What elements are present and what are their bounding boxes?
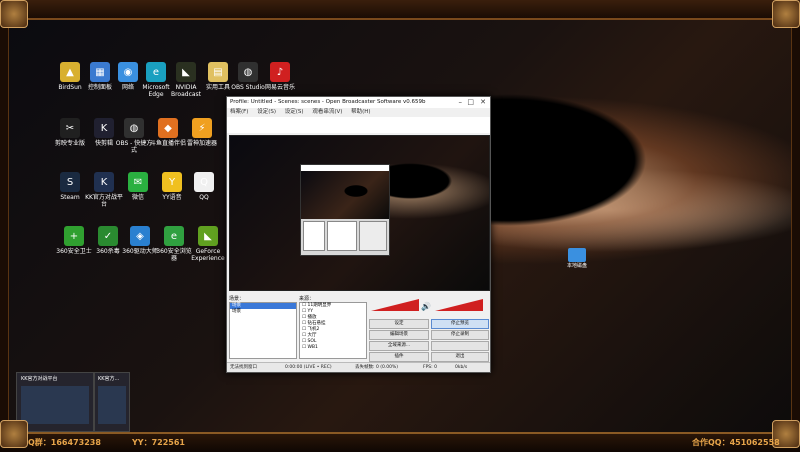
jianying-icon: ✂ bbox=[60, 118, 80, 138]
desktop-shortcut-label: GeForce Experience bbox=[191, 248, 225, 262]
obs-preview bbox=[229, 135, 490, 291]
local-disk-icon[interactable]: 本地磁盘 bbox=[567, 248, 587, 269]
obs-icon: ◍ bbox=[238, 62, 258, 82]
obs-toolbar-area bbox=[227, 117, 490, 133]
source-item[interactable]: ☐ WB1 bbox=[300, 345, 366, 351]
qq-group-text: Q群：166473238 bbox=[28, 438, 101, 447]
exit-button[interactable]: 退出 bbox=[431, 352, 489, 362]
360-browser-icon: e bbox=[164, 226, 184, 246]
global-sources-button[interactable]: 全域来源... bbox=[369, 341, 429, 351]
nested-obs-preview bbox=[300, 164, 390, 256]
frame-ornament-icon bbox=[772, 0, 800, 28]
status-message: 无法找到窗口 bbox=[230, 365, 257, 370]
frame-ornament-icon bbox=[0, 0, 28, 28]
scenes-label: 场景： bbox=[229, 296, 245, 302]
obs-statusbar: 无法找到窗口 0:00:00 (LIVE • REC) 丢失帧数: 0 (0.0… bbox=[227, 362, 490, 372]
stop-preview-button[interactable]: 停止预览 bbox=[431, 319, 489, 329]
minimize-icon[interactable]: – bbox=[459, 97, 463, 108]
coop-qq-text: 合作QQ：451062558 bbox=[692, 438, 780, 447]
desktop-shortcut[interactable]: ⚡ 雷神加速器 bbox=[182, 118, 222, 147]
kk-platform-icon: K bbox=[94, 172, 114, 192]
control-panel-icon: ▦ bbox=[90, 62, 110, 82]
stop-record-button[interactable]: 停止录制 bbox=[431, 330, 489, 340]
desktop-shortcut[interactable]: Q QQ bbox=[184, 172, 224, 201]
netease-music-icon: ♪ bbox=[270, 62, 290, 82]
thumbnail-title: KK官方... bbox=[98, 376, 120, 382]
steam-icon: S bbox=[60, 172, 80, 192]
obs-titlebar[interactable]: Profile: Untitled - Scenes: scenes - Ope… bbox=[227, 97, 490, 108]
settings-button[interactable]: 设定 bbox=[369, 319, 429, 329]
obs-title-text: Profile: Untitled - Scenes: scenes - Ope… bbox=[230, 99, 426, 105]
sources-label: 来源： bbox=[299, 296, 315, 302]
stream-frame-left bbox=[0, 18, 9, 432]
360-driver-icon: ◈ bbox=[130, 226, 150, 246]
sources-list[interactable]: ☐ 11期明显界 ☐ YY ☐ 播放 ☐ 钻石悬挂 ☐ 飞机2 ☐ 大厅 ☐ S… bbox=[299, 302, 367, 359]
thumbnail-preview bbox=[98, 386, 126, 424]
desktop-shortcut-label: QQ bbox=[199, 194, 209, 201]
status-time: 0:00:00 (LIVE • REC) bbox=[285, 365, 332, 370]
scene-item[interactable]: 场景 bbox=[230, 309, 296, 315]
kuaijianji-icon: K bbox=[94, 118, 114, 138]
desktop-shortcut[interactable]: ♪ 网易云音乐 bbox=[260, 62, 300, 91]
geforce-icon: ◣ bbox=[198, 226, 218, 246]
desktop-shortcut-label: 雷神加速器 bbox=[186, 140, 217, 147]
status-kbps: 0kb/s bbox=[455, 365, 468, 370]
wechat-icon: ✉ bbox=[128, 172, 148, 192]
desktop-shortcut-label: 网易云音乐 bbox=[264, 84, 295, 91]
360-antivirus-icon: ✓ bbox=[98, 226, 118, 246]
maximize-icon[interactable]: □ bbox=[467, 97, 474, 108]
status-dropped: 丢失帧数: 0 (0.00%) bbox=[355, 365, 399, 370]
local-disk-label: 本地磁盘 bbox=[567, 263, 588, 269]
stream-frame-top bbox=[0, 0, 800, 20]
taskbar-thumbnail-kk-2[interactable]: KK官方... bbox=[94, 372, 130, 432]
obs-menubar: 档案(F) 设定(S) 设定(S) 观看串流(V) 帮助(H) bbox=[227, 108, 490, 117]
yy-icon: Y bbox=[162, 172, 182, 192]
360-safe-icon: + bbox=[64, 226, 84, 246]
edit-scene-button[interactable]: 编辑场景 bbox=[369, 330, 429, 340]
stream-frame-bottom bbox=[0, 432, 800, 452]
scenes-list[interactable]: 场景 场景 bbox=[229, 302, 297, 359]
menu-help[interactable]: 帮助(H) bbox=[351, 109, 370, 115]
network-icon: ◉ bbox=[118, 62, 138, 82]
plugins-button[interactable]: 插件 bbox=[369, 352, 429, 362]
nvidia-broadcast-icon: ◣ bbox=[176, 62, 196, 82]
qq-icon: Q bbox=[194, 172, 214, 192]
thumbnail-preview bbox=[21, 386, 89, 424]
volume-meters: 🔊 bbox=[371, 299, 483, 311]
leishen-icon: ⚡ bbox=[192, 118, 212, 138]
thumbnail-title: KK官方对战平台 bbox=[21, 376, 58, 382]
audio-mixer: 🔊 bbox=[369, 297, 487, 313]
yy-text: YY：722561 bbox=[132, 438, 185, 447]
status-fps: FPS: 0 bbox=[423, 365, 437, 370]
menu-file[interactable]: 档案(F) bbox=[230, 109, 248, 115]
frame-ornament-icon bbox=[0, 420, 28, 448]
birdsun-icon: ▲ bbox=[60, 62, 80, 82]
douyu-icon: ◆ bbox=[158, 118, 178, 138]
stream-frame-right bbox=[791, 18, 800, 432]
close-icon[interactable]: ✕ bbox=[480, 97, 486, 108]
obs-window[interactable]: Profile: Untitled - Scenes: scenes - Ope… bbox=[226, 96, 491, 373]
svg-text:🔊: 🔊 bbox=[421, 301, 431, 311]
desktop-shortcut[interactable]: ◣ GeForce Experience bbox=[188, 226, 228, 262]
folder-icon: ▤ bbox=[208, 62, 228, 82]
menu-settings[interactable]: 设定(S) bbox=[257, 109, 276, 115]
disabled-button bbox=[431, 341, 489, 351]
menu-settings-2[interactable]: 设定(S) bbox=[285, 109, 304, 115]
obs-shortcut-icon: ◍ bbox=[124, 118, 144, 138]
menu-view-stream[interactable]: 观看串流(V) bbox=[312, 109, 342, 115]
edge-icon: e bbox=[146, 62, 166, 82]
